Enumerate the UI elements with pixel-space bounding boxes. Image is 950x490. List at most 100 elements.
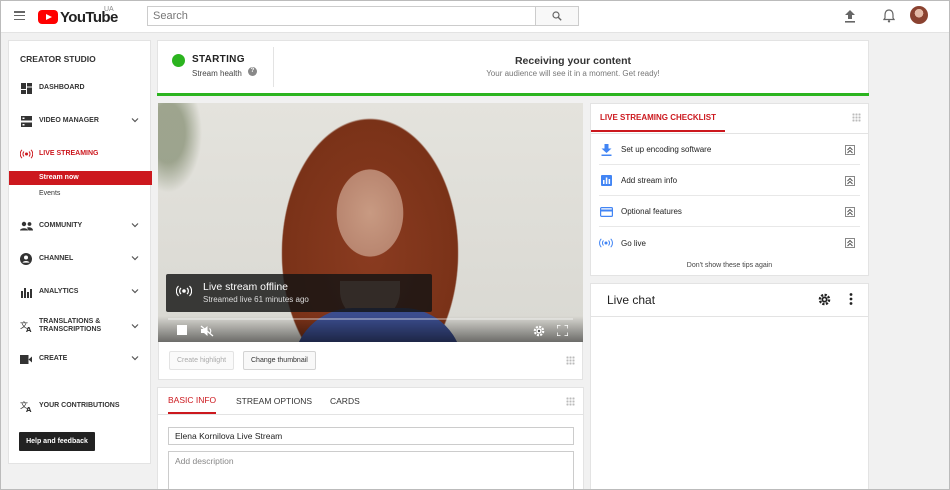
sidebar-item-translations[interactable]: 文A TRANSLATIONS & TRANSCRIPTIONS (9, 315, 150, 337)
chevron-down-icon[interactable] (131, 116, 139, 124)
sidebar-subitem-stream-now[interactable]: Stream now (9, 171, 152, 185)
avatar[interactable] (910, 6, 928, 24)
player-actions: Create highlight Change thumbnail (158, 342, 583, 380)
sidebar-item-community[interactable]: COMMUNITY (9, 216, 150, 236)
card-icon (599, 205, 613, 219)
live-stream-icon (176, 285, 192, 297)
download-icon (599, 143, 613, 157)
upload-icon (845, 9, 855, 23)
chat-divider (591, 316, 868, 317)
chevron-down-icon[interactable] (131, 287, 139, 295)
live-chat-panel: Live chat (590, 283, 869, 490)
overlay-subtitle: Streamed live 61 minutes ago (203, 295, 309, 304)
sidebar-item-create[interactable]: CREATE (9, 349, 150, 369)
checklist-item-label: Go live (621, 238, 646, 248)
menu-icon[interactable] (14, 11, 25, 21)
checklist-item-label: Add stream info (621, 176, 678, 185)
gear-icon (533, 325, 545, 337)
stop-button[interactable] (177, 325, 187, 335)
checklist-item-optional[interactable]: Optional features (599, 197, 860, 227)
contributions-icon: 文A (19, 399, 33, 413)
settings-button[interactable] (533, 325, 545, 337)
checklist-item-label: Set up encoding software (621, 145, 712, 154)
change-thumbnail-button[interactable]: Change thumbnail (243, 351, 316, 370)
notifications-button[interactable] (882, 8, 896, 24)
seek-bar[interactable] (168, 318, 573, 320)
status-divider (273, 47, 274, 87)
bell-icon (883, 9, 895, 23)
mute-button[interactable] (200, 325, 214, 337)
video-player[interactable]: Live stream offline Streamed live 61 min… (158, 103, 583, 342)
offline-overlay: Live stream offline Streamed live 61 min… (166, 274, 432, 312)
top-bar: YouTube UA (0, 0, 950, 33)
stream-progress-fill (157, 93, 869, 96)
more-vertical-icon (849, 293, 853, 305)
sidebar-item-video-manager[interactable]: VIDEO MANAGER (9, 111, 150, 131)
chat-settings-button[interactable] (816, 291, 832, 307)
sidebar-item-label: YOUR CONTRIBUTIONS (39, 402, 120, 409)
dismiss-tips-link[interactable]: Don't show these tips again (591, 262, 868, 269)
sidebar-item-dashboard[interactable]: DASHBOARD (9, 78, 150, 98)
description-input[interactable] (168, 451, 574, 490)
checklist-divider (591, 133, 868, 134)
tab-basic-info[interactable]: BASIC INFO (168, 388, 217, 414)
sidebar-item-analytics[interactable]: ANALYTICS (9, 282, 150, 302)
sidebar-item-live-streaming[interactable]: LIVE STREAMING (9, 144, 150, 164)
stop-icon (177, 325, 187, 335)
sidebar-item-label: CREATE (39, 355, 68, 362)
create-icon (19, 352, 33, 366)
stream-health-label: Stream health (192, 69, 242, 78)
collapse-icon[interactable] (845, 145, 855, 155)
status-indicator (172, 54, 185, 67)
translations-icon: 文A (19, 319, 33, 333)
receiving-subtitle: Your audience will see it in a moment. G… (486, 69, 660, 78)
stream-info-card: BASIC INFO STREAM OPTIONS CARDS (157, 387, 584, 490)
collapse-icon[interactable] (845, 238, 855, 248)
sidebar-item-channel[interactable]: CHANNEL (9, 249, 150, 269)
svg-text:A: A (26, 326, 32, 332)
search-input[interactable] (148, 7, 535, 25)
fullscreen-button[interactable] (557, 325, 568, 336)
drag-handle-icon[interactable] (852, 113, 861, 122)
chevron-down-icon[interactable] (131, 221, 139, 229)
checklist-item-encoding[interactable]: Set up encoding software (599, 135, 860, 165)
chevron-down-icon[interactable] (131, 354, 139, 362)
search-icon (552, 11, 562, 21)
checklist-item-go-live[interactable]: Go live (599, 228, 860, 258)
chevron-down-icon[interactable] (131, 322, 139, 330)
upload-button[interactable] (843, 8, 857, 24)
chevron-down-icon[interactable] (131, 254, 139, 262)
tab-stream-options[interactable]: STREAM OPTIONS (236, 388, 312, 414)
title-input[interactable] (168, 427, 574, 445)
create-highlight-button[interactable]: Create highlight (169, 351, 235, 370)
help-feedback-button[interactable]: Help and feedback (19, 432, 95, 451)
sidebar-item-label: ANALYTICS (39, 288, 79, 295)
collapse-icon[interactable] (845, 176, 855, 186)
muted-icon (200, 325, 214, 337)
sidebar-title: CREATOR STUDIO (20, 54, 96, 64)
chat-more-button[interactable] (843, 291, 859, 307)
checklist-item-label: Optional features (621, 207, 682, 216)
sidebar-subitem-events[interactable]: Events (9, 187, 151, 201)
translations-label-line2: TRANSCRIPTIONS (39, 326, 102, 333)
drag-handle-icon[interactable] (566, 356, 575, 365)
sidebar-item-contributions[interactable]: 文A YOUR CONTRIBUTIONS (9, 396, 150, 416)
receiving-title: Receiving your content (514, 55, 632, 67)
stream-progress-bar (157, 93, 869, 96)
tab-cards[interactable]: CARDS (330, 388, 360, 414)
checklist-item-stream-info[interactable]: Add stream info (599, 166, 860, 196)
live-streaming-icon (19, 147, 33, 161)
stream-status-card: STARTING Stream health ? Receiving your … (157, 40, 869, 96)
sidebar-item-label: VIDEO MANAGER (39, 117, 99, 124)
bar-chart-icon (599, 174, 613, 188)
help-icon[interactable]: ? (248, 67, 257, 76)
logo-region: UA (104, 6, 114, 13)
search-button[interactable] (535, 7, 578, 25)
collapse-icon[interactable] (845, 207, 855, 217)
sidebar-item-label: DASHBOARD (39, 84, 85, 91)
sidebar-item-label: LIVE STREAMING (39, 150, 99, 157)
tabs-divider (158, 414, 583, 415)
drag-handle-icon[interactable] (566, 397, 575, 406)
video-background (158, 103, 208, 203)
live-streaming-checklist: LIVE STREAMING CHECKLIST Set up encoding… (590, 103, 869, 276)
